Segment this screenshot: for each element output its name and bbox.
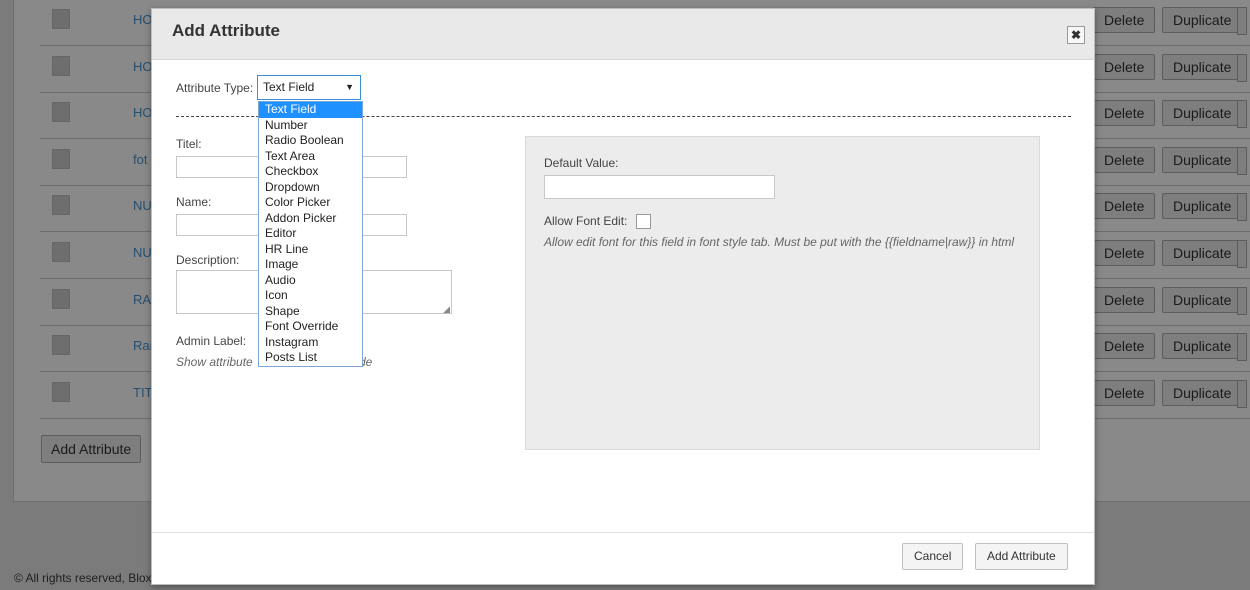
duplicate-button: Duplicate (1162, 193, 1243, 220)
row-checkbox (52, 195, 70, 216)
attribute-type-option[interactable]: Font Override (259, 319, 362, 335)
row-checkbox (52, 55, 70, 76)
attribute-type-option[interactable]: Instagram (259, 335, 362, 351)
chevron-down-icon: ▼ (345, 82, 354, 92)
default-value-input[interactable] (544, 175, 775, 199)
add-attribute-modal: Add Attribute ✖ Attribute Type: Text Fie… (151, 8, 1095, 585)
delete-button: Delete (1093, 100, 1156, 127)
delete-button: Delete (1093, 333, 1156, 360)
duplicate-button: Duplicate (1162, 379, 1243, 406)
row-checkbox (52, 242, 70, 262)
delete-button: Delete (1093, 53, 1156, 80)
default-value-label: Default Value: (544, 156, 619, 170)
duplicate-button: Duplicate (1162, 53, 1243, 80)
duplicate-button: Duplicate (1162, 333, 1243, 360)
row-action-edge (1237, 146, 1247, 175)
attribute-type-option[interactable]: Number (259, 118, 362, 134)
name-label: Name: (176, 195, 212, 209)
allow-font-edit-checkbox[interactable] (636, 214, 651, 229)
admin-label-hint: Show attribute (176, 355, 253, 369)
row-name: NU (133, 198, 152, 214)
row-name: fot (133, 151, 148, 167)
attribute-type-option[interactable]: Audio (259, 273, 362, 289)
row-action-edge (1237, 53, 1247, 82)
attribute-type-option[interactable]: Icon (259, 288, 362, 304)
duplicate-button: Duplicate (1162, 146, 1243, 173)
footer-copyright: © All rights reserved, Blox (14, 571, 152, 585)
admin-label-label: Admin Label: (176, 334, 247, 348)
attribute-type-option[interactable]: Radio Boolean (259, 133, 362, 149)
attribute-type-dropdown-list: Text Field Number Radio Boolean Text Area Ch… (258, 101, 363, 367)
row-checkbox (52, 9, 70, 29)
row-action-edge (1237, 193, 1247, 222)
add-attribute-button[interactable]: Add Attribute (975, 543, 1068, 570)
allow-font-edit-hint: Allow edit font for this field in font s… (544, 235, 1015, 249)
row-checkbox (52, 288, 70, 309)
modal-header: Add Attribute ✖ (152, 9, 1094, 60)
resize-handle-icon[interactable]: ◢ (443, 304, 450, 315)
row-name: NU (133, 245, 152, 260)
attribute-type-option[interactable]: Text Area (259, 149, 362, 165)
row-action-edge (1237, 100, 1247, 129)
row-action-edge (1237, 379, 1247, 408)
row-action-edge (1237, 333, 1247, 362)
delete-button: Delete (1093, 146, 1156, 173)
attribute-type-option[interactable]: Checkbox (259, 164, 362, 180)
default-settings-panel: Default Value: Allow Font Edit: Allow ed… (525, 136, 1040, 450)
attribute-type-option[interactable]: HR Line (259, 242, 362, 258)
title-label: Titel: (176, 137, 202, 151)
background-add-attribute-button: Add Attribute (41, 435, 142, 463)
delete-button: Delete (1093, 286, 1156, 313)
cancel-button[interactable]: Cancel (902, 543, 964, 570)
attribute-type-select[interactable]: Text Field ▼ (257, 75, 361, 100)
attribute-type-option[interactable]: Dropdown (259, 180, 362, 196)
row-name: HO (133, 58, 153, 74)
row-name: HO (133, 12, 153, 27)
row-checkbox (52, 381, 70, 402)
attribute-type-option[interactable]: Text Field (259, 102, 362, 118)
duplicate-button: Duplicate (1162, 240, 1243, 266)
duplicate-button: Duplicate (1162, 286, 1243, 313)
attribute-type-label: Attribute Type: (176, 81, 254, 95)
attribute-type-option[interactable]: Image (259, 257, 362, 273)
delete-button: Delete (1093, 240, 1156, 266)
delete-button: Delete (1093, 379, 1156, 406)
row-name: TIT (133, 384, 153, 400)
attribute-type-option[interactable]: Editor (259, 226, 362, 242)
duplicate-button: Duplicate (1162, 100, 1243, 127)
attribute-type-option[interactable]: Shape (259, 304, 362, 320)
delete-button: Delete (1093, 7, 1156, 33)
attribute-type-option[interactable]: Posts List (259, 350, 362, 366)
modal-footer (152, 532, 1094, 533)
description-label: Description: (176, 253, 240, 267)
row-name: HO (133, 105, 153, 121)
row-name: RA (133, 291, 152, 307)
row-checkbox (52, 102, 70, 123)
attribute-type-option[interactable]: Color Picker (259, 195, 362, 211)
attribute-type-option[interactable]: Addon Picker (259, 211, 362, 227)
delete-button: Delete (1093, 193, 1156, 220)
duplicate-button: Duplicate (1162, 7, 1243, 33)
close-icon[interactable]: ✖ (1067, 26, 1085, 44)
row-action-edge (1237, 286, 1247, 315)
attribute-type-value: Text Field (263, 80, 315, 94)
row-action-edge (1237, 240, 1247, 268)
allow-font-edit-label: Allow Font Edit: (544, 214, 628, 228)
row-checkbox (52, 148, 70, 169)
row-checkbox (52, 335, 70, 356)
row-action-edge (1237, 7, 1247, 35)
modal-title: Add Attribute (172, 21, 280, 40)
